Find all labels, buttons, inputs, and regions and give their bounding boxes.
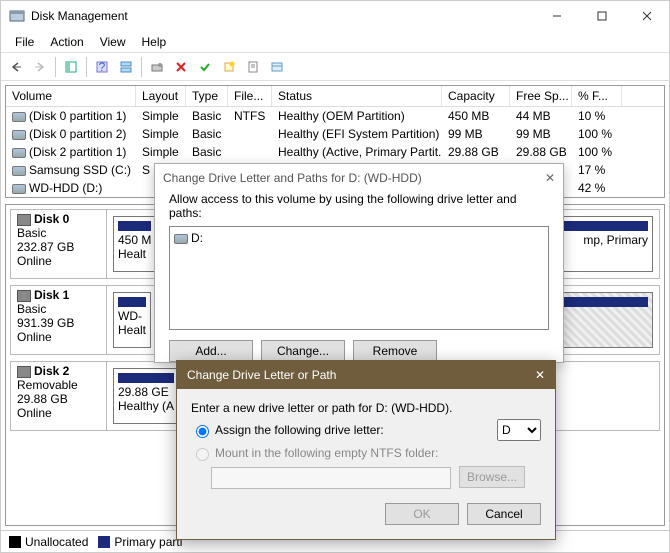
drive-icon	[12, 166, 26, 176]
col-free[interactable]: Free Sp...	[510, 86, 572, 106]
drive-icon	[174, 234, 188, 244]
menu-help[interactable]: Help	[134, 33, 175, 51]
help-button[interactable]: ?	[91, 56, 113, 78]
menu-view[interactable]: View	[92, 33, 134, 51]
partition[interactable]: 29.88 GEHealthy (A	[113, 368, 179, 424]
primary-swatch	[98, 536, 110, 548]
browse-button: Browse...	[459, 466, 525, 488]
change-paths-dialog: Change Drive Letter and Paths for D: (WD…	[154, 163, 564, 363]
menu-action[interactable]: Action	[42, 33, 91, 51]
table-row[interactable]: (Disk 0 partition 1)SimpleBasicNTFSHealt…	[6, 107, 664, 125]
properties-button[interactable]	[242, 56, 264, 78]
app-icon	[9, 8, 25, 24]
paths-listbox[interactable]: D:	[169, 226, 549, 330]
disk-icon	[17, 366, 31, 378]
dialog1-title: Change Drive Letter and Paths for D: (WD…	[163, 171, 422, 185]
dialog1-prompt: Allow access to this volume by using the…	[169, 192, 549, 220]
layout-button[interactable]	[115, 56, 137, 78]
dialog1-close-icon[interactable]: ✕	[545, 171, 555, 185]
back-button[interactable]	[5, 56, 27, 78]
minimize-button[interactable]	[534, 1, 579, 31]
col-percent[interactable]: % F...	[572, 86, 622, 106]
col-status[interactable]: Status	[272, 86, 442, 106]
delete-button[interactable]	[170, 56, 192, 78]
folder-path-input	[211, 467, 451, 489]
close-button[interactable]	[624, 1, 669, 31]
partition[interactable]: 450 MHealt	[113, 216, 156, 272]
mount-folder-radio	[196, 448, 209, 461]
drive-letter-select[interactable]: D	[497, 419, 541, 441]
col-fs[interactable]: File...	[228, 86, 272, 106]
disk-icon	[17, 214, 31, 226]
remove-button[interactable]: Remove	[353, 340, 437, 362]
view-button[interactable]	[60, 56, 82, 78]
table-row[interactable]: (Disk 0 partition 2)SimpleBasicHealthy (…	[6, 125, 664, 143]
assign-letter-radio[interactable]	[196, 425, 209, 438]
col-layout[interactable]: Layout	[136, 86, 186, 106]
menubar: File Action View Help	[1, 31, 669, 53]
drive-icon	[12, 130, 26, 140]
menu-file[interactable]: File	[7, 33, 42, 51]
partition[interactable]: WD-Healt	[113, 292, 151, 348]
titlebar: Disk Management	[1, 1, 669, 31]
col-type[interactable]: Type	[186, 86, 228, 106]
new-button[interactable]	[218, 56, 240, 78]
change-button[interactable]: Change...	[261, 340, 345, 362]
table-row[interactable]: (Disk 2 partition 1)SimpleBasicHealthy (…	[6, 143, 664, 161]
add-button[interactable]: Add...	[169, 340, 253, 362]
maximize-button[interactable]	[579, 1, 624, 31]
unallocated-swatch	[9, 536, 21, 548]
col-volume[interactable]: Volume	[6, 86, 136, 106]
col-capacity[interactable]: Capacity	[442, 86, 510, 106]
forward-button[interactable]	[29, 56, 51, 78]
toolbar: ?	[1, 53, 669, 81]
settings-button[interactable]	[146, 56, 168, 78]
window-title: Disk Management	[31, 9, 534, 23]
drive-icon	[12, 184, 26, 194]
dialog2-close-icon[interactable]: ✕	[535, 368, 545, 382]
svg-text:?: ?	[99, 60, 106, 74]
drive-icon	[12, 148, 26, 158]
dialog2-prompt: Enter a new drive letter or path for D: …	[191, 401, 541, 415]
list-button[interactable]	[266, 56, 288, 78]
drive-icon	[12, 112, 26, 122]
dialog2-title: Change Drive Letter or Path	[187, 368, 336, 382]
change-letter-dialog: Change Drive Letter or Path ✕ Enter a ne…	[176, 360, 556, 540]
ok-button[interactable]: OK	[385, 503, 459, 525]
check-button[interactable]	[194, 56, 216, 78]
cancel-button[interactable]: Cancel	[467, 503, 541, 525]
disk-icon	[17, 290, 31, 302]
